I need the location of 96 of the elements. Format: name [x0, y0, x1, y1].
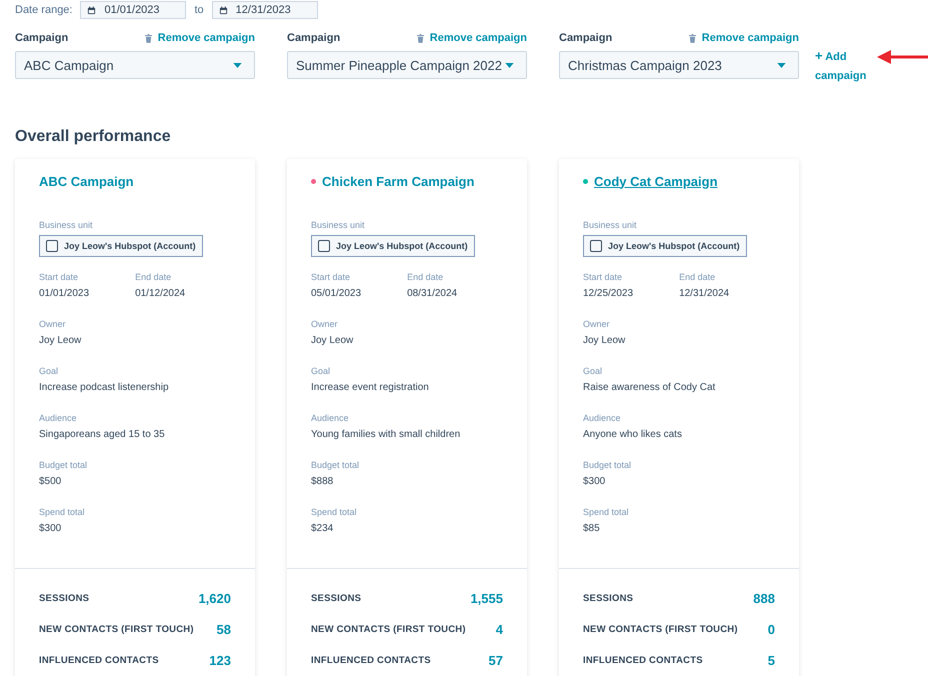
field-value: Joy Leow [39, 335, 82, 347]
caret-icon [233, 62, 242, 68]
metric-value: 5 [768, 653, 775, 668]
metric-value: 58 [216, 622, 231, 637]
field-value: 12/31/2024 [679, 288, 730, 300]
business-unit-tag: Joy Leow's Hubspot (Account) [39, 235, 203, 257]
trash-icon [144, 34, 152, 42]
field-value: Raise awareness of Cody Cat [583, 382, 716, 394]
field-label: Owner [583, 318, 611, 330]
business-unit-tag: Joy Leow's Hubspot (Account) [583, 235, 747, 257]
campaign-dropdown[interactable]: Summer Pineapple Campaign 2022 [287, 51, 527, 79]
field-value: Joy Leow [311, 335, 354, 347]
field-value: Young families with small children [311, 429, 462, 441]
metric-label: NEW CONTACTS (FIRST TOUCH) [39, 624, 194, 635]
metric-label: SESSIONS [583, 593, 634, 604]
section-title: Overall performance [15, 128, 172, 146]
field-label: Spend total [39, 506, 86, 518]
campaign-dropdown[interactable]: Christmas Campaign 2023 [559, 51, 799, 79]
field-label: Audience [583, 412, 622, 424]
business-unit-tag: Joy Leow's Hubspot (Account) [311, 235, 475, 257]
metric-label: NEW CONTACTS (FIRST TOUCH) [311, 624, 466, 635]
metric-value: 1,555 [470, 591, 503, 606]
field-label: Audience [311, 412, 350, 424]
to-label: to [194, 4, 204, 16]
campaign-title-link[interactable]: Chicken Farm Campaign [322, 174, 474, 188]
field-label: Owner [39, 318, 67, 330]
checkbox-icon [46, 240, 58, 252]
field-label: Audience [39, 412, 78, 424]
field-label: Spend total [583, 506, 630, 518]
field-label: Spend total [311, 506, 358, 518]
checkbox-icon [590, 240, 602, 252]
remove-campaign-link[interactable]: Remove campaign [144, 32, 255, 44]
field-value: 12/25/2023 [583, 288, 634, 300]
field-label: Business unit [311, 219, 366, 231]
field-label: Goal [311, 365, 332, 377]
metric-label: SESSIONS [311, 593, 362, 604]
metric-value: 57 [488, 653, 503, 668]
caret-icon [777, 62, 786, 68]
field-value: $234 [311, 523, 334, 535]
metric-label: INFLUENCED CONTACTS [583, 655, 703, 666]
field-label: End date [407, 271, 444, 283]
start-date-field[interactable]: 01/01/2023 [80, 1, 186, 19]
field-label: Start date [583, 271, 624, 283]
remove-campaign-link[interactable]: Remove campaign [416, 32, 527, 44]
trash-icon [416, 34, 424, 42]
caret-icon [505, 62, 514, 68]
remove-campaign-link[interactable]: Remove campaign [688, 32, 799, 44]
calendar-icon [87, 6, 96, 14]
campaign-label: Campaign [559, 32, 612, 44]
field-value: $500 [39, 476, 62, 488]
field-label: End date [135, 271, 172, 283]
campaign-dropdown[interactable]: ABC Campaign [15, 51, 255, 79]
field-label: Business unit [39, 219, 94, 231]
add-campaign-link[interactable]: + Add campaign [815, 46, 875, 86]
metric-label: SESSIONS [39, 593, 90, 604]
field-label: Start date [311, 271, 352, 283]
field-label: Start date [39, 271, 80, 283]
campaign-title-link[interactable]: ABC Campaign [39, 174, 134, 188]
field-value: Increase event registration [311, 382, 430, 394]
field-value: $85 [583, 523, 601, 535]
trash-icon [688, 34, 696, 42]
field-label: Owner [311, 318, 339, 330]
field-label: Budget total [39, 459, 88, 471]
field-value: 08/31/2024 [407, 288, 458, 300]
field-label: End date [679, 271, 716, 283]
field-value: $300 [583, 476, 606, 488]
arrow-icon [877, 50, 928, 64]
campaign-label: Campaign [15, 32, 68, 44]
date-range-label: Date range: [15, 4, 72, 16]
metric-label: NEW CONTACTS (FIRST TOUCH) [583, 624, 738, 635]
metric-value: 0 [768, 622, 775, 637]
field-label: Goal [39, 365, 60, 377]
field-value: Joy Leow [583, 335, 626, 347]
metric-label: INFLUENCED CONTACTS [311, 655, 431, 666]
field-value: Singaporeans aged 15 to 35 [39, 429, 166, 441]
field-value: 01/01/2023 [39, 288, 90, 300]
field-value: $888 [311, 476, 334, 488]
field-value: $300 [39, 523, 62, 535]
metric-label: INFLUENCED CONTACTS [39, 655, 159, 666]
metric-value: 123 [209, 653, 231, 668]
metric-value: 888 [753, 591, 775, 606]
field-value: 01/12/2024 [135, 288, 186, 300]
field-label: Budget total [311, 459, 360, 471]
field-value: 05/01/2023 [311, 288, 362, 300]
campaign-label: Campaign [287, 32, 340, 44]
field-label: Budget total [583, 459, 632, 471]
campaign-title-link[interactable]: Cody Cat Campaign [594, 174, 718, 188]
metric-value: 4 [496, 622, 503, 637]
metric-value: 1,620 [198, 591, 231, 606]
field-label: Business unit [583, 219, 638, 231]
calendar-icon [218, 6, 228, 14]
checkbox-icon [318, 240, 330, 252]
field-value: Increase podcast listenership [39, 382, 170, 394]
end-date-field[interactable]: 12/31/2023 [212, 1, 318, 19]
field-label: Goal [583, 365, 604, 377]
field-value: Anyone who likes cats [583, 429, 683, 441]
